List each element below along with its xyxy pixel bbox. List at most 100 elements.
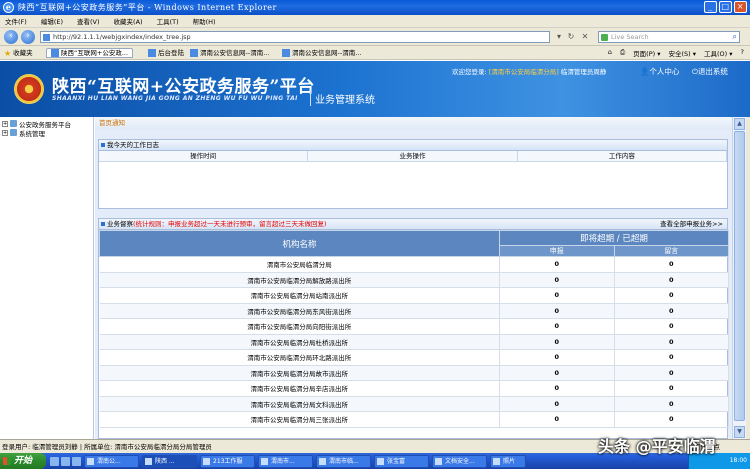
tab-label: 后台登陆 xyxy=(158,49,184,57)
apply-count-cell: 0 xyxy=(499,365,615,381)
message-count-cell: 0 xyxy=(614,318,729,335)
refresh-icon[interactable]: ↻ xyxy=(566,32,576,42)
taskbar-item[interactable]: 渭南公... xyxy=(84,454,139,468)
url-input[interactable]: http://92.1.1.1/webjgxindex/index_tree.j… xyxy=(40,31,550,43)
url-text: http://92.1.1.1/webjgxindex/index_tree.j… xyxy=(53,33,191,41)
vertical-scrollbar[interactable]: ▲ ▼ xyxy=(732,117,746,439)
org-name-cell[interactable]: 渭南市公安局临渭分局三张派出所 xyxy=(99,411,500,428)
message-count-cell: 0 xyxy=(614,287,729,304)
close-icon[interactable]: × xyxy=(734,1,747,13)
safety-menu[interactable]: 安全(S) ▾ xyxy=(668,48,696,58)
welcome-unit: [渭南市公安局临渭分局] xyxy=(488,68,559,76)
print-icon[interactable]: ⎙ xyxy=(620,48,625,58)
org-name-cell[interactable]: 渭南市公安局临渭分局向阳街派出所 xyxy=(99,318,500,335)
minimize-icon[interactable]: _ xyxy=(704,1,717,13)
org-name-cell[interactable]: 渭南市公安局临渭分局 xyxy=(99,256,500,273)
col-operate-time: 操作时间 xyxy=(99,151,309,161)
table-row: 渭南市公安局临渭分局文科派出所 0 0 xyxy=(99,396,729,412)
logout-label: 退出系统 xyxy=(697,67,728,76)
search-input[interactable]: Live Search ⌕ xyxy=(598,31,740,43)
command-bar: ⌂ ⎙ 页面(P) ▾ 安全(S) ▾ 工具(O) ▾ ? xyxy=(608,48,744,58)
stop-icon[interactable]: ✕ xyxy=(580,32,590,42)
menu-edit[interactable]: 编辑(E) xyxy=(41,16,63,26)
org-name-cell[interactable]: 渭南市公安局临渭分局辛店派出所 xyxy=(99,380,500,397)
menu-view[interactable]: 查看(V) xyxy=(77,16,100,26)
scroll-down-icon[interactable]: ▼ xyxy=(734,426,745,438)
favorites-button[interactable]: ★ 收藏夹 xyxy=(4,48,33,58)
message-count-cell: 0 xyxy=(614,256,729,273)
message-count-cell: 0 xyxy=(614,303,729,319)
col-org-name: 机构名称 xyxy=(99,230,500,257)
logout-link[interactable]: ⏻退出系统 xyxy=(692,66,728,77)
org-name-cell[interactable]: 渭南市公安局临渭分局东风街派出所 xyxy=(99,303,500,319)
back-arrow-icon[interactable]: ‹ xyxy=(4,30,18,44)
menu-tools[interactable]: 工具(T) xyxy=(157,16,179,26)
apply-count-cell: 0 xyxy=(499,318,615,335)
org-name-cell[interactable]: 渭南市公安局临渭分局文科派出所 xyxy=(99,396,500,412)
taskbar-item[interactable]: 渭南市临... xyxy=(316,454,371,468)
org-name-cell[interactable]: 渭南市公安局临渭分局解放路派出所 xyxy=(99,272,500,288)
home-icon[interactable]: ⌂ xyxy=(608,48,612,58)
status-text: 登录用户: 临渭管理员刘静 | 所属单位: 渭南市公安局临渭分局分局管理员 xyxy=(2,443,212,451)
supervision-header: 业务督察(统计规则：申报业务超过一天未进行预审，留言超过三天未做回复) 查看全部… xyxy=(99,219,727,230)
menu-file[interactable]: 文件(F) xyxy=(5,16,27,26)
org-name-cell[interactable]: 渭南市公安局临渭分局站南派出所 xyxy=(99,287,500,304)
ie-launch-icon[interactable] xyxy=(61,456,70,466)
tree-item-system[interactable]: + 系统管理 xyxy=(2,128,45,138)
welcome-role: 临渭管理员周静 xyxy=(558,68,607,76)
tab-backend-login[interactable]: 后台登陆 xyxy=(148,48,184,58)
taskbar-item[interactable]: 陕西 ... xyxy=(142,454,197,468)
page-icon xyxy=(190,49,198,57)
expand-icon[interactable]: + xyxy=(2,120,8,127)
scroll-up-icon[interactable]: ▲ xyxy=(734,118,745,130)
personal-center-label: 个人中心 xyxy=(649,67,680,76)
taskbar-item[interactable]: 张宝富 xyxy=(374,454,429,468)
windows-logo-icon xyxy=(3,457,11,465)
work-log-panel: 我今天的工作日志 操作时间 业务操作 工作内容 xyxy=(98,139,728,209)
apply-count-cell: 0 xyxy=(499,396,615,412)
apply-count-cell: 0 xyxy=(499,349,615,366)
police-emblem-icon xyxy=(14,74,44,104)
page-icon xyxy=(43,34,50,41)
menu-favorites[interactable]: 收藏夹(A) xyxy=(114,16,143,26)
taskbar-item[interactable]: 渭南市... xyxy=(258,454,313,468)
col-overdue-group: 即将超期 / 已超期 xyxy=(499,230,729,246)
maximize-icon[interactable]: □ xyxy=(719,1,732,13)
taskbar-item[interactable]: 文档安全... xyxy=(432,454,487,468)
tools-menu[interactable]: 工具(O) ▾ xyxy=(704,48,733,58)
expand-icon[interactable]: + xyxy=(2,129,8,136)
tab-shaanxi-platform[interactable]: 陕西“互联网+公安政... xyxy=(46,48,134,58)
work-log-title: 我今天的工作日志 xyxy=(107,141,159,149)
media-icon[interactable] xyxy=(72,456,81,466)
user-icon: 👤 xyxy=(640,67,650,76)
supervision-panel: 业务督察(统计规则：申报业务超过一天未进行预审，留言超过三天未做回复) 查看全部… xyxy=(98,218,729,439)
taskbar-item[interactable]: 213工作服 xyxy=(200,454,255,468)
folder-icon xyxy=(10,129,17,136)
taskbar-item[interactable]: 照片 xyxy=(490,454,526,468)
supervision-table: 机构名称 即将超期 / 已超期 申报 留言 渭南市公安局临渭分局 0 0 渭南市公安局… xyxy=(99,230,729,428)
help-icon[interactable]: ? xyxy=(741,48,744,58)
dropdown-icon[interactable]: ▾ xyxy=(554,32,564,42)
view-all-link[interactable]: 查看全部申报业务>> xyxy=(660,219,723,230)
search-icon[interactable]: ⌕ xyxy=(733,32,737,42)
work-log-header: 我今天的工作日志 xyxy=(99,140,727,151)
address-bar: ‹ › http://92.1.1.1/webjgxindex/index_tr… xyxy=(0,28,750,46)
apply-count-cell: 0 xyxy=(499,256,615,273)
org-name-cell[interactable]: 渭南市公安局临渭分局故市派出所 xyxy=(99,365,500,381)
scroll-thumb[interactable] xyxy=(734,131,745,421)
page-menu[interactable]: 页面(P) ▾ xyxy=(633,48,660,58)
message-count-cell: 0 xyxy=(614,349,729,366)
table-row: 渭南市公安局临渭分局东风街派出所 0 0 xyxy=(99,303,729,319)
desktop-icon[interactable] xyxy=(50,456,59,466)
message-count-cell: 0 xyxy=(614,272,729,288)
forward-arrow-icon[interactable]: › xyxy=(21,30,35,44)
org-name-cell[interactable]: 渭南市公安局临渭分局杜桥派出所 xyxy=(99,334,500,350)
tab-weinan-info-2[interactable]: 渭南公安信息网--渭南... xyxy=(282,48,361,58)
apply-count-cell: 0 xyxy=(499,380,615,397)
start-button[interactable]: 开始 xyxy=(0,453,46,469)
tab-label: 渭南公安信息网--渭南... xyxy=(200,49,270,57)
tab-weinan-info-1[interactable]: 渭南公安信息网--渭南... xyxy=(190,48,269,58)
org-name-cell[interactable]: 渭南市公安局临渭分局环北路派出所 xyxy=(99,349,500,366)
personal-center-link[interactable]: 👤个人中心 xyxy=(640,66,679,77)
menu-help[interactable]: 帮助(H) xyxy=(193,16,216,26)
